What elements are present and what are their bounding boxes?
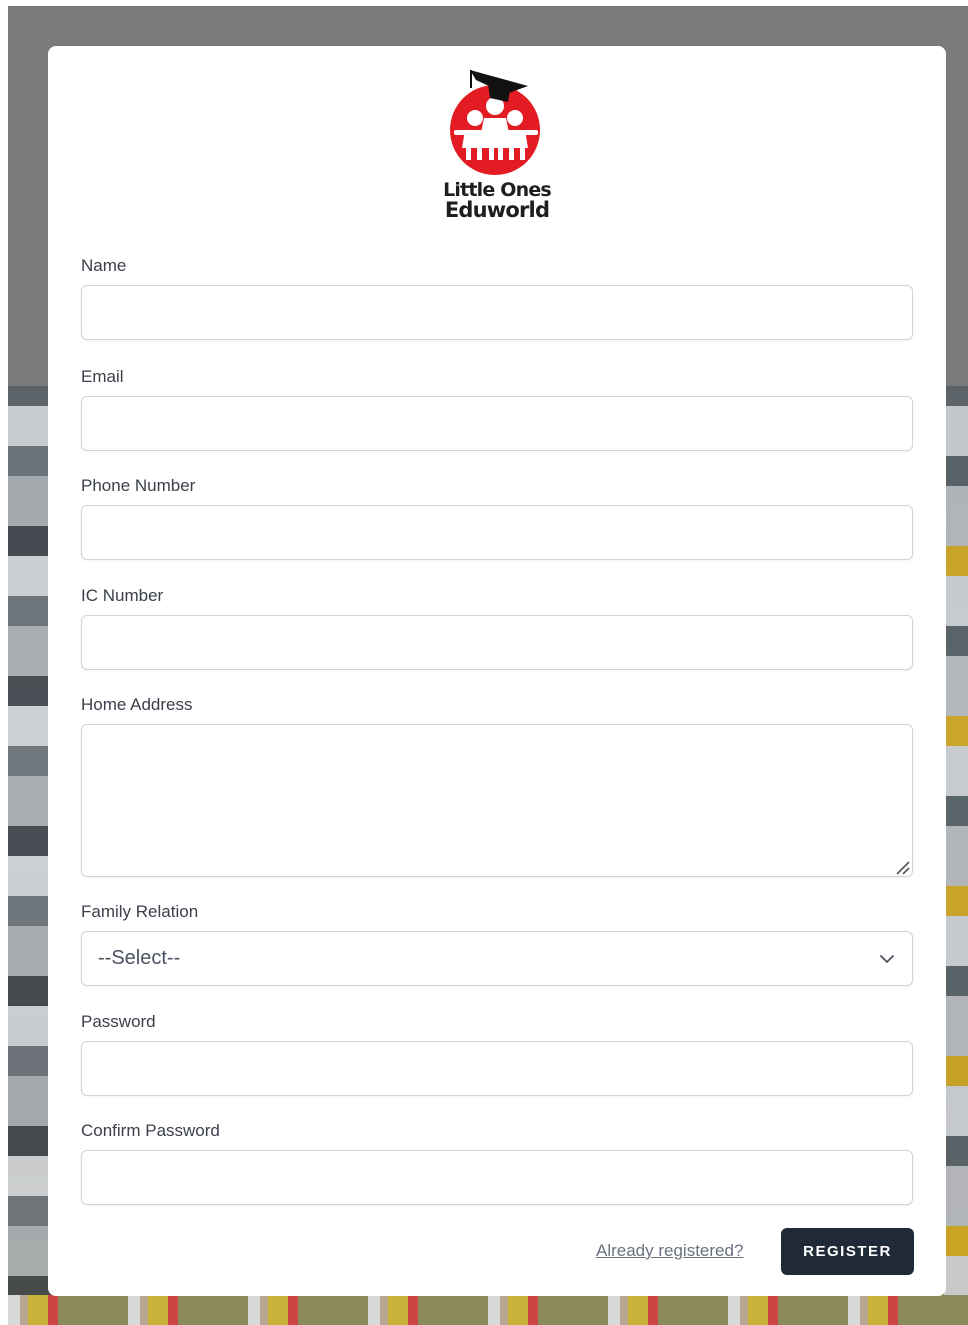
relation-select[interactable]: --Select-- <box>81 931 913 986</box>
name-input[interactable] <box>81 285 913 340</box>
brand-name: Little Ones Eduworld <box>432 179 562 222</box>
background-ground <box>8 1295 968 1325</box>
phone-label: Phone Number <box>81 476 196 495</box>
logo: Little Ones Eduworld <box>432 68 562 228</box>
relation-label: Family Relation <box>81 902 199 921</box>
logo-emblem <box>450 70 540 175</box>
address-label: Home Address <box>81 695 193 714</box>
registration-card: Little Ones Eduworld Name Email Phone Nu… <box>48 46 946 1296</box>
address-textarea[interactable] <box>81 724 913 877</box>
confirm-password-label: Confirm Password <box>81 1121 220 1140</box>
chevron-down-icon <box>880 954 894 963</box>
already-registered-link[interactable]: Already registered? <box>596 1241 743 1261</box>
name-label: Name <box>81 256 127 275</box>
email-label: Email <box>81 367 124 386</box>
background-building-left <box>8 406 52 1306</box>
register-button[interactable]: REGISTER <box>781 1228 914 1275</box>
phone-input[interactable] <box>81 505 913 560</box>
password-label: Password <box>81 1012 156 1031</box>
background-building-right <box>944 406 968 1306</box>
ic-label: IC Number <box>81 586 164 605</box>
password-input[interactable] <box>81 1041 913 1096</box>
ic-input[interactable] <box>81 615 913 670</box>
relation-selected-value: --Select-- <box>98 947 181 969</box>
brand-line-1: Little Ones <box>443 179 552 201</box>
email-input[interactable] <box>81 396 913 451</box>
confirm-password-input[interactable] <box>81 1150 913 1205</box>
resize-handle-icon[interactable] <box>894 859 910 875</box>
brand-line-2: Eduworld <box>444 198 550 222</box>
